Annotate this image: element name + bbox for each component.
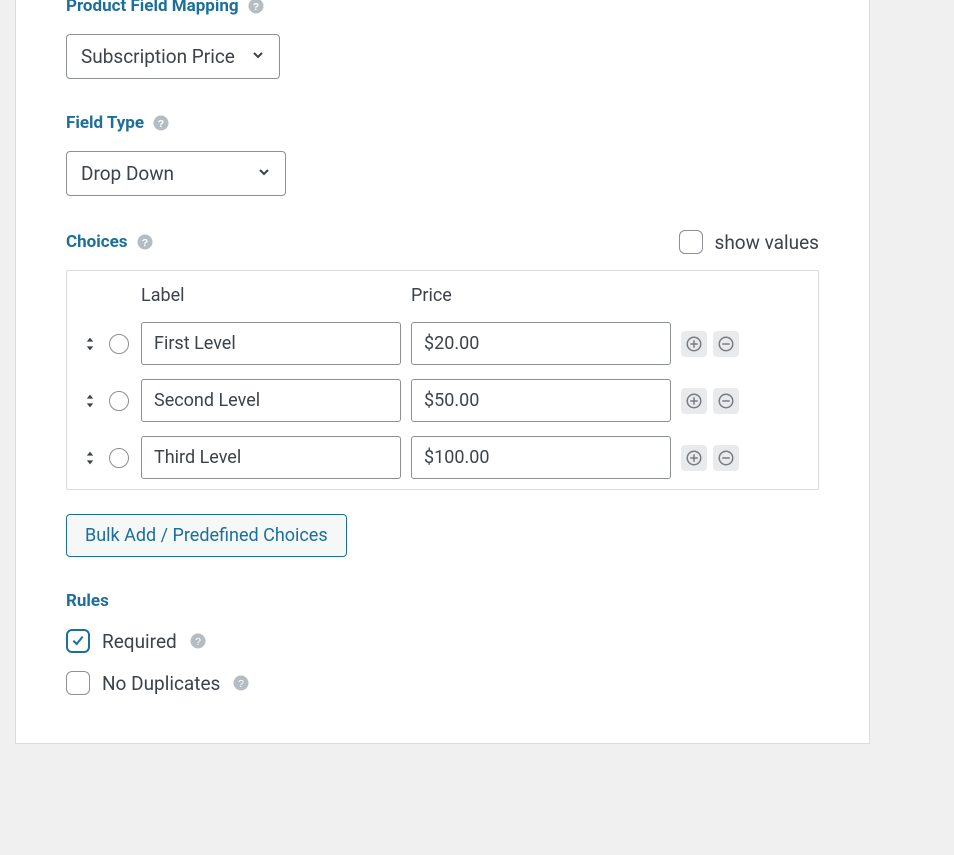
column-header-label: Label (141, 285, 401, 308)
no-duplicates-label: No Duplicates (102, 672, 220, 695)
bulk-add-button[interactable]: Bulk Add / Predefined Choices (66, 514, 347, 557)
svg-text:?: ? (252, 1, 258, 13)
product-field-mapping-select-wrap: Subscription Price (66, 34, 280, 79)
svg-text:?: ? (141, 237, 147, 249)
help-icon[interactable]: ? (152, 114, 170, 132)
settings-panel: Product Field Mapping ? Subscription Pri… (15, 0, 870, 744)
add-row-button[interactable] (681, 331, 707, 357)
help-icon[interactable]: ? (247, 0, 265, 15)
help-icon[interactable]: ? (189, 632, 207, 650)
default-choice-radio[interactable] (109, 448, 129, 468)
help-icon[interactable]: ? (232, 674, 250, 692)
choice-label-input[interactable] (141, 436, 401, 479)
choices-label: Choices ? (66, 232, 154, 252)
choice-label-input[interactable] (141, 322, 401, 365)
svg-text:?: ? (158, 118, 164, 130)
label-text: Product Field Mapping (66, 0, 239, 16)
add-row-button[interactable] (681, 388, 707, 414)
help-icon[interactable]: ? (136, 233, 154, 251)
svg-text:?: ? (195, 636, 201, 648)
choices-box: Label Price (66, 270, 819, 490)
row-actions (681, 331, 751, 357)
choice-price-input[interactable] (411, 436, 671, 479)
product-field-mapping-select[interactable]: Subscription Price (66, 34, 280, 79)
choices-grid: Label Price (81, 285, 804, 479)
default-choice-radio[interactable] (109, 391, 129, 411)
label-text: Choices (66, 232, 128, 252)
choice-label-input[interactable] (141, 379, 401, 422)
show-values-toggle[interactable]: show values (679, 230, 819, 254)
row-actions (681, 388, 751, 414)
row-actions (681, 445, 751, 471)
remove-row-button[interactable] (713, 331, 739, 357)
checkbox-icon (679, 230, 703, 254)
choice-price-input[interactable] (411, 379, 671, 422)
drag-handle-icon[interactable] (81, 393, 99, 409)
svg-text:?: ? (238, 678, 244, 690)
remove-row-button[interactable] (713, 388, 739, 414)
show-values-label: show values (715, 231, 819, 254)
required-label: Required (102, 630, 177, 653)
product-field-mapping-label: Product Field Mapping ? (66, 0, 819, 16)
drag-handle-icon[interactable] (81, 450, 99, 466)
field-type-select[interactable]: Drop Down (66, 151, 286, 196)
remove-row-button[interactable] (713, 445, 739, 471)
default-choice-radio[interactable] (109, 334, 129, 354)
add-row-button[interactable] (681, 445, 707, 471)
choice-price-input[interactable] (411, 322, 671, 365)
choices-header: Choices ? show values (66, 230, 819, 254)
no-duplicates-toggle[interactable]: No Duplicates ? (66, 671, 819, 695)
label-text: Field Type (66, 113, 144, 133)
checkbox-icon (66, 629, 90, 653)
required-toggle[interactable]: Required ? (66, 629, 819, 653)
rules-label: Rules (66, 591, 819, 611)
label-text: Rules (66, 591, 109, 611)
field-type-label: Field Type ? (66, 113, 819, 133)
column-header-price: Price (411, 285, 671, 308)
field-type-select-wrap: Drop Down (66, 151, 286, 196)
drag-handle-icon[interactable] (81, 336, 99, 352)
checkbox-icon (66, 671, 90, 695)
